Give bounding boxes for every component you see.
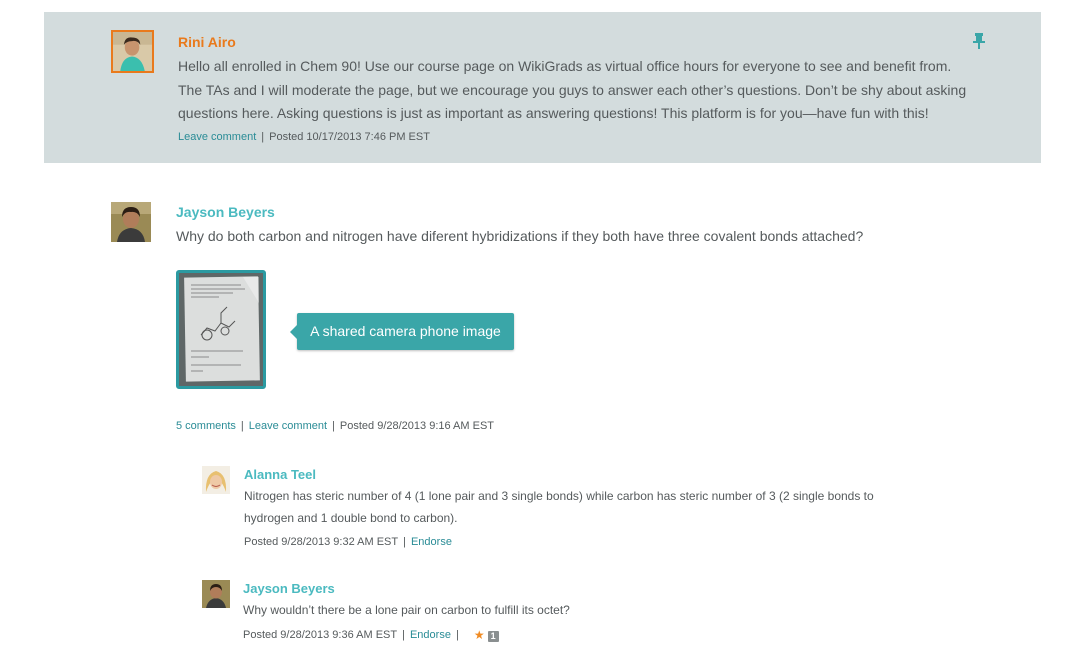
reply-body-line: Why wouldn’t there be a lone pair on car… — [243, 603, 570, 617]
avatar[interactable] — [202, 580, 230, 608]
post-meta: Leave comment | Posted 10/17/2013 7:46 PM … — [178, 131, 430, 143]
shared-image-thumbnail[interactable] — [176, 270, 266, 389]
endorse-link[interactable]: Endorse — [410, 629, 451, 641]
reply-meta: Posted 9/28/2013 9:36 AM EST | Endorse | ★ 1 — [243, 628, 499, 642]
separator: | — [240, 420, 244, 432]
separator: | — [455, 629, 459, 641]
separator: | — [261, 131, 265, 143]
post-body-line: Hello all enrolled in Chem 90! Use our c… — [178, 58, 952, 74]
post-author[interactable]: Jayson Beyers — [176, 204, 275, 220]
separator: | — [403, 536, 406, 548]
post-meta: 5 comments | Leave comment | Posted 9/28/201… — [176, 420, 494, 432]
separator: | — [332, 420, 335, 432]
reply-meta: Posted 9/28/2013 9:32 AM EST | Endorse — [244, 536, 452, 548]
question-body: Why do both carbon and nitrogen have dif… — [176, 228, 864, 244]
reply-author[interactable]: Jayson Beyers — [243, 581, 335, 596]
reply-body-line: hydrogen and 1 double bond to carbon). — [244, 511, 458, 525]
posted-time: Posted 9/28/2013 9:32 AM EST — [244, 536, 399, 548]
star-icon[interactable]: ★ — [474, 628, 485, 642]
user-photo-icon — [111, 202, 151, 242]
avatar[interactable] — [111, 30, 154, 73]
leave-comment-link[interactable]: Leave comment — [178, 131, 256, 143]
endorse-count-badge: 1 — [487, 631, 499, 642]
post-author[interactable]: Rini Airo — [178, 34, 236, 50]
user-photo-icon — [113, 32, 152, 71]
post-body-line: The TAs and I will moderate the page, bu… — [178, 82, 967, 98]
posted-time: Posted 9/28/2013 9:16 AM EST — [339, 420, 495, 432]
avatar[interactable] — [202, 466, 230, 494]
endorse-link[interactable]: Endorse — [411, 536, 452, 548]
reply-author[interactable]: Alanna Teel — [244, 467, 316, 482]
separator: | — [402, 629, 405, 641]
image-caption-callout: A shared camera phone image — [290, 313, 514, 350]
user-photo-icon — [202, 466, 230, 494]
user-photo-icon — [202, 580, 230, 608]
posted-time: Posted 9/28/2013 9:36 AM EST — [243, 629, 398, 641]
worksheet-photo-icon — [179, 273, 263, 386]
reply-body-line: Nitrogen has steric number of 4 (1 lone … — [244, 489, 874, 503]
leave-comment-link[interactable]: Leave comment — [249, 420, 327, 432]
posted-time: Posted 10/17/2013 7:46 PM EST — [269, 131, 430, 143]
avatar[interactable] — [111, 202, 151, 242]
post-body-line: questions here. Asking questions is just… — [178, 105, 929, 121]
pin-icon[interactable] — [972, 32, 986, 50]
comments-count-link[interactable]: 5 comments — [176, 420, 236, 432]
